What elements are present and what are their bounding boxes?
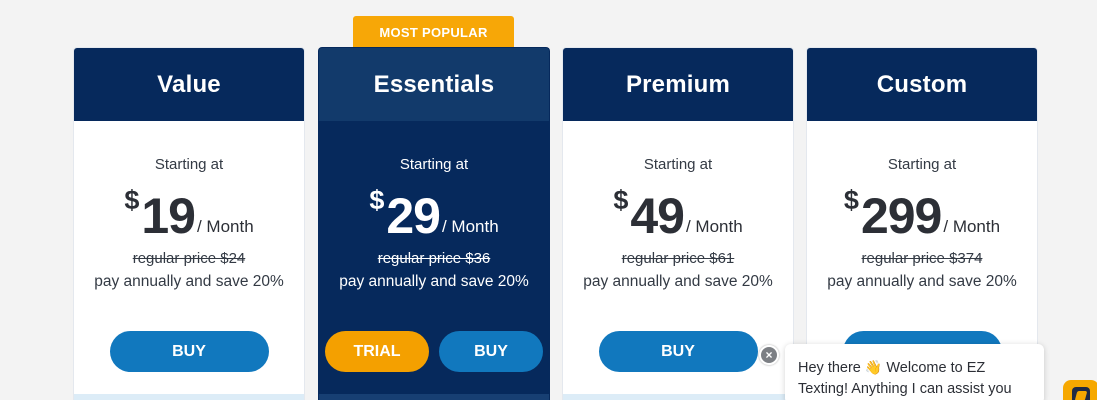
price-period: / Month xyxy=(196,217,254,236)
plan-title: Essentials xyxy=(319,48,549,121)
chat-launcher-glyph xyxy=(1072,387,1090,400)
annual-savings-note: pay annually and save 20% xyxy=(339,273,529,290)
most-popular-badge: MOST POPULAR xyxy=(353,16,514,48)
price-period: / Month xyxy=(441,217,499,236)
price-period: / Month xyxy=(685,217,743,236)
regular-price: regular price $24 xyxy=(132,250,246,267)
plan-title: Value xyxy=(74,48,304,121)
buy-button-essentials[interactable]: BUY xyxy=(439,331,543,372)
plan-title: Custom xyxy=(807,48,1037,121)
starting-at-label: Starting at xyxy=(399,156,469,173)
chat-launcher-icon[interactable] xyxy=(1063,380,1097,400)
starting-at-label: Starting at xyxy=(887,156,957,173)
price-amount: 299 xyxy=(860,188,942,244)
starting-at-label: Starting at xyxy=(643,156,713,173)
chat-greeting-bubble[interactable]: Hey there 👋 Welcome to EZ Texting! Anyth… xyxy=(785,344,1044,400)
regular-price: regular price $36 xyxy=(377,250,491,267)
starting-at-label: Starting at xyxy=(154,156,224,173)
annual-savings-note: pay annually and save 20% xyxy=(827,273,1017,290)
price-amount: 19 xyxy=(141,188,196,244)
currency-symbol: $ xyxy=(369,185,385,215)
plan-card-essentials: Essentials Starting at $ 29 / Month regu… xyxy=(318,47,550,400)
price-amount: 29 xyxy=(386,188,441,244)
plan-actions: BUY xyxy=(74,331,304,372)
plan-card-premium: Premium Starting at $ 49 / Month regular… xyxy=(562,47,794,400)
trial-button-essentials[interactable]: TRIAL xyxy=(325,331,429,372)
card-footer xyxy=(74,394,304,400)
annual-savings-note: pay annually and save 20% xyxy=(94,273,284,290)
price-period: / Month xyxy=(943,217,1001,236)
price: $ 29 / Month xyxy=(319,185,549,241)
regular-price: regular price $374 xyxy=(861,250,983,267)
currency-symbol: $ xyxy=(124,185,140,215)
price: $ 299 / Month xyxy=(807,185,1037,241)
annual-savings-note: pay annually and save 20% xyxy=(583,273,773,290)
plan-title: Premium xyxy=(563,48,793,121)
card-footer xyxy=(319,394,549,400)
regular-price: regular price $61 xyxy=(621,250,735,267)
buy-button-premium[interactable]: BUY xyxy=(598,331,758,372)
wave-icon: 👋 xyxy=(864,359,883,375)
price: $ 49 / Month xyxy=(563,185,793,241)
plan-actions: TRIAL BUY xyxy=(319,331,549,372)
close-icon[interactable]: × xyxy=(759,345,779,365)
price: $ 19 / Month xyxy=(74,185,304,241)
card-footer xyxy=(563,394,793,400)
chat-message-start: Hey there xyxy=(798,360,861,376)
plan-card-value: Value Starting at $ 19 / Month regular p… xyxy=(73,47,305,400)
pricing-page: MOST POPULAR Value Starting at $ 19 / Mo… xyxy=(0,0,1097,400)
most-popular-label: MOST POPULAR xyxy=(379,24,488,40)
currency-symbol: $ xyxy=(843,185,859,215)
currency-symbol: $ xyxy=(613,185,629,215)
price-amount: 49 xyxy=(630,188,685,244)
buy-button-value[interactable]: BUY xyxy=(109,331,269,372)
